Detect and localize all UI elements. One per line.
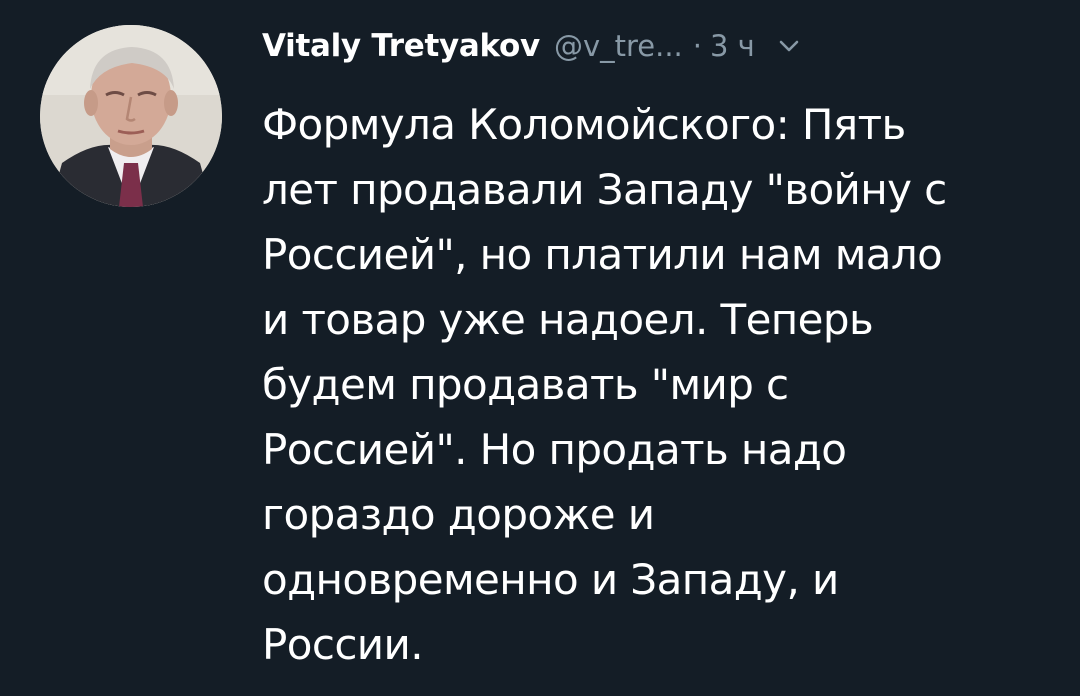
avatar-photo xyxy=(40,25,222,207)
tweet-text: Формула Коломойского: Пять лет продавали… xyxy=(262,100,947,669)
tweet-header: Vitaly Tretyakov @v_tre... · 3 ч xyxy=(262,18,1052,74)
tweet: Vitaly Tretyakov @v_tre... · 3 ч Формула… xyxy=(0,0,1080,696)
avatar[interactable] xyxy=(40,25,222,207)
author-name[interactable]: Vitaly Tretyakov xyxy=(262,28,540,64)
separator-dot: · xyxy=(692,29,702,63)
tweet-time[interactable]: 3 ч xyxy=(710,29,755,63)
chevron-down-icon[interactable] xyxy=(777,34,801,58)
author-handle[interactable]: @v_tre... xyxy=(554,29,683,63)
